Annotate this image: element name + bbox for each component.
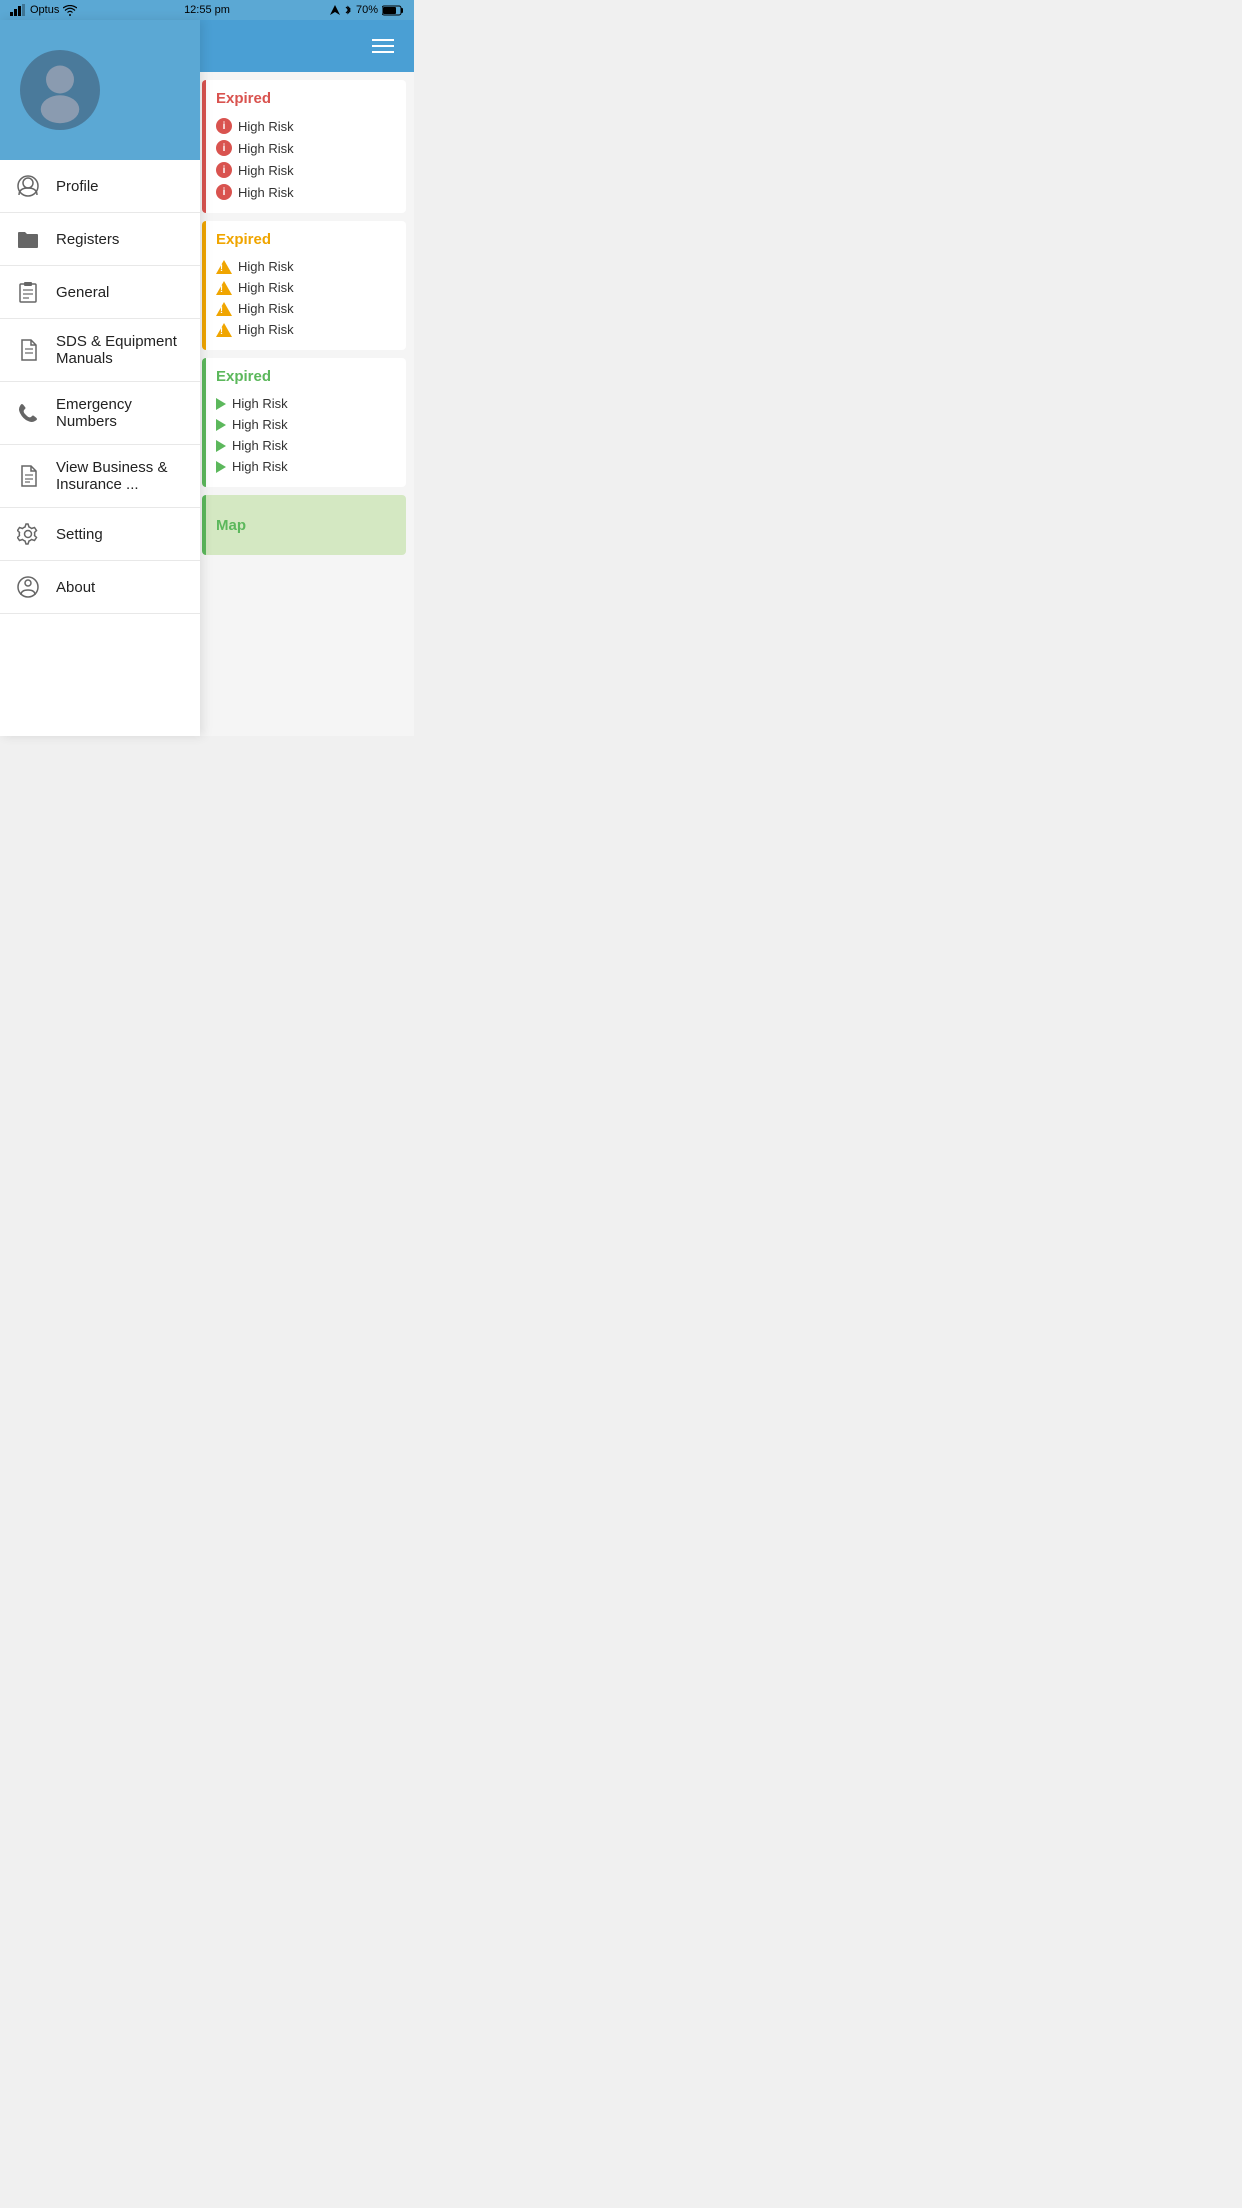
warning-icon <box>216 323 232 337</box>
card-red-title: Expired <box>206 80 406 113</box>
warning-icon <box>216 260 232 274</box>
sidebar-item-profile[interactable]: Profile <box>0 160 200 213</box>
play-icon <box>216 419 226 431</box>
right-header <box>194 20 414 72</box>
general-label: General <box>56 284 109 301</box>
status-bar: Optus 12:55 pm 70% <box>0 0 414 20</box>
hamburger-menu[interactable] <box>372 39 394 53</box>
play-icon <box>216 461 226 473</box>
about-label: About <box>56 579 95 596</box>
menu-list: Profile Registers <box>0 160 200 736</box>
card-orange-items: High Risk High Risk High Risk High Risk <box>206 254 406 350</box>
sidebar-item-business[interactable]: View Business & Insurance ... <box>0 445 200 508</box>
info-icon: i <box>216 118 232 134</box>
list-item[interactable]: High Risk <box>216 435 396 456</box>
sidebar-header <box>0 20 200 160</box>
map-title: Map <box>216 517 246 534</box>
document-icon <box>16 338 40 362</box>
play-icon <box>216 398 226 410</box>
sidebar-item-setting[interactable]: Setting <box>0 508 200 561</box>
card-orange-title: Expired <box>206 221 406 254</box>
emergency-label: Emergency Numbers <box>56 396 184 430</box>
sidebar-item-general[interactable]: General <box>0 266 200 319</box>
gear-icon <box>16 522 40 546</box>
list-item[interactable]: i High Risk <box>216 159 396 181</box>
folder-icon <box>16 227 40 251</box>
card-expired-green: Expired High Risk High Risk High Risk <box>202 358 406 487</box>
card-expired-orange: Expired High Risk High Risk High Risk <box>202 221 406 350</box>
setting-label: Setting <box>56 526 103 543</box>
sidebar-item-sds[interactable]: SDS & Equipment Manuals <box>0 319 200 382</box>
profile-label: Profile <box>56 178 99 195</box>
list-item[interactable]: High Risk <box>216 277 396 298</box>
right-panel: Expired i High Risk i High Risk i High R… <box>194 20 414 736</box>
person-icon <box>16 174 40 198</box>
right-content: Expired i High Risk i High Risk i High R… <box>194 72 414 563</box>
card-expired-red: Expired i High Risk i High Risk i High R… <box>202 80 406 213</box>
list-item[interactable]: High Risk <box>216 298 396 319</box>
sidebar-item-about[interactable]: About <box>0 561 200 614</box>
sidebar-item-registers[interactable]: Registers <box>0 213 200 266</box>
document2-icon <box>16 464 40 488</box>
status-carrier: Optus <box>10 4 77 16</box>
list-item[interactable]: High Risk <box>216 393 396 414</box>
sds-label: SDS & Equipment Manuals <box>56 333 184 367</box>
info-icon: i <box>216 184 232 200</box>
card-red-items: i High Risk i High Risk i High Risk i Hi… <box>206 113 406 213</box>
map-card[interactable]: Map <box>202 495 406 555</box>
avatar-icon <box>25 55 95 125</box>
list-item[interactable]: High Risk <box>216 319 396 340</box>
play-icon <box>216 440 226 452</box>
registers-label: Registers <box>56 231 119 248</box>
list-item[interactable]: i High Risk <box>216 181 396 203</box>
list-item[interactable]: High Risk <box>216 256 396 277</box>
info-icon: i <box>216 162 232 178</box>
avatar[interactable] <box>20 50 100 130</box>
about-person-icon <box>16 575 40 599</box>
warning-icon <box>216 281 232 295</box>
app-container: Expired i High Risk i High Risk i High R… <box>0 20 414 736</box>
warning-icon <box>216 302 232 316</box>
list-item[interactable]: High Risk <box>216 456 396 477</box>
clipboard-icon <box>16 280 40 304</box>
business-label: View Business & Insurance ... <box>56 459 184 493</box>
sidebar-item-emergency[interactable]: Emergency Numbers <box>0 382 200 445</box>
list-item[interactable]: i High Risk <box>216 137 396 159</box>
card-green-title: Expired <box>206 358 406 391</box>
status-time: 12:55 pm <box>184 4 230 16</box>
sidebar: Profile Registers <box>0 20 200 736</box>
card-green-items: High Risk High Risk High Risk High Risk <box>206 391 406 487</box>
list-item[interactable]: i High Risk <box>216 115 396 137</box>
status-right: 70% <box>330 4 404 16</box>
info-icon: i <box>216 140 232 156</box>
list-item[interactable]: High Risk <box>216 414 396 435</box>
phone-icon <box>16 401 40 425</box>
